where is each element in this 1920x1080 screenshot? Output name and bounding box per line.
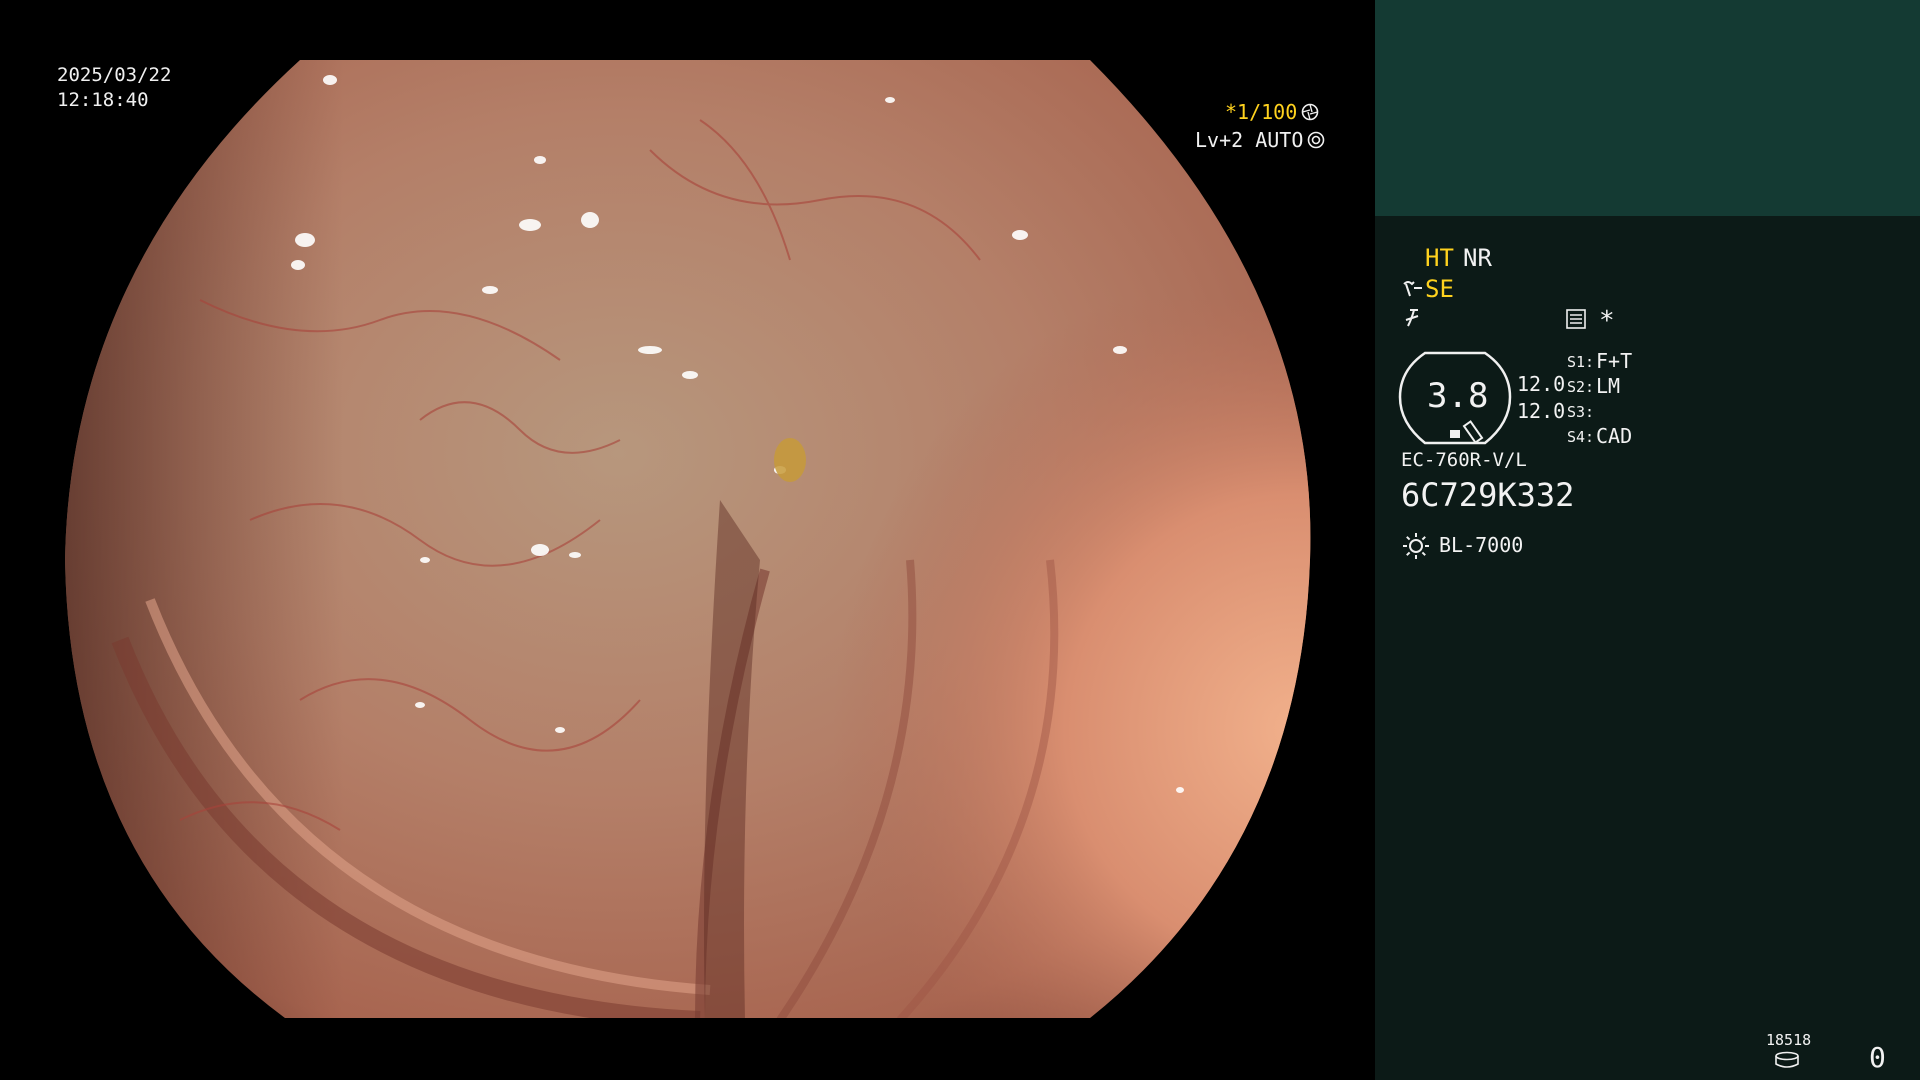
settings-list-icon [1566,309,1586,329]
s4-value: CAD [1596,424,1633,448]
s3-key: S3: [1567,403,1595,421]
info-panel: HT NR SE * 3.8 12.0 12.0 S1: F+T S2: LM … [1375,0,1920,1080]
star-label: * [1599,306,1615,336]
count-value: 0 [1869,1041,1886,1074]
endoscope-view: 2025/03/22 12:18:40 *1/100 Lv+2 AUTO [0,0,1375,1080]
s2-key: S2: [1567,378,1595,396]
nr-label: NR [1463,244,1492,272]
light-source-label: BL-7000 [1439,533,1524,557]
se-label: SE [1425,275,1454,303]
iris-icon [1308,131,1325,149]
time-label: 12:18:40 [57,89,149,111]
color-mode-icon [1405,309,1419,327]
value-2: 12.0 [1517,399,1566,423]
aperture-icon [1301,103,1319,121]
scope-model: EC-760R-V/L [1401,449,1527,471]
sun-icon [1403,533,1429,559]
s4-key: S4: [1567,428,1595,446]
info-panel-header [1375,0,1920,216]
zoom-value: 3.8 [1427,376,1489,416]
ht-label: HT [1425,244,1454,272]
shutter-row: *1/100 [1225,99,1319,125]
colon-mucosa-image [65,60,1311,1018]
value-1: 12.0 [1517,372,1566,396]
shutter-speed-label: *1/100 [1225,99,1298,124]
storage-icon [1775,1051,1799,1068]
s1-value: F+T [1596,349,1633,373]
level-row: Lv+2 AUTO [1195,127,1325,153]
scope-serial: 6C729K332 [1401,476,1575,514]
s1-key: S1: [1567,353,1595,371]
date-label: 2025/03/22 [57,64,172,86]
counter-label: 18518 [1766,1031,1812,1049]
s2-value: LM [1596,374,1621,398]
level-auto-label: Lv+2 AUTO [1195,127,1304,152]
structure-enhance-icon [1403,281,1422,297]
